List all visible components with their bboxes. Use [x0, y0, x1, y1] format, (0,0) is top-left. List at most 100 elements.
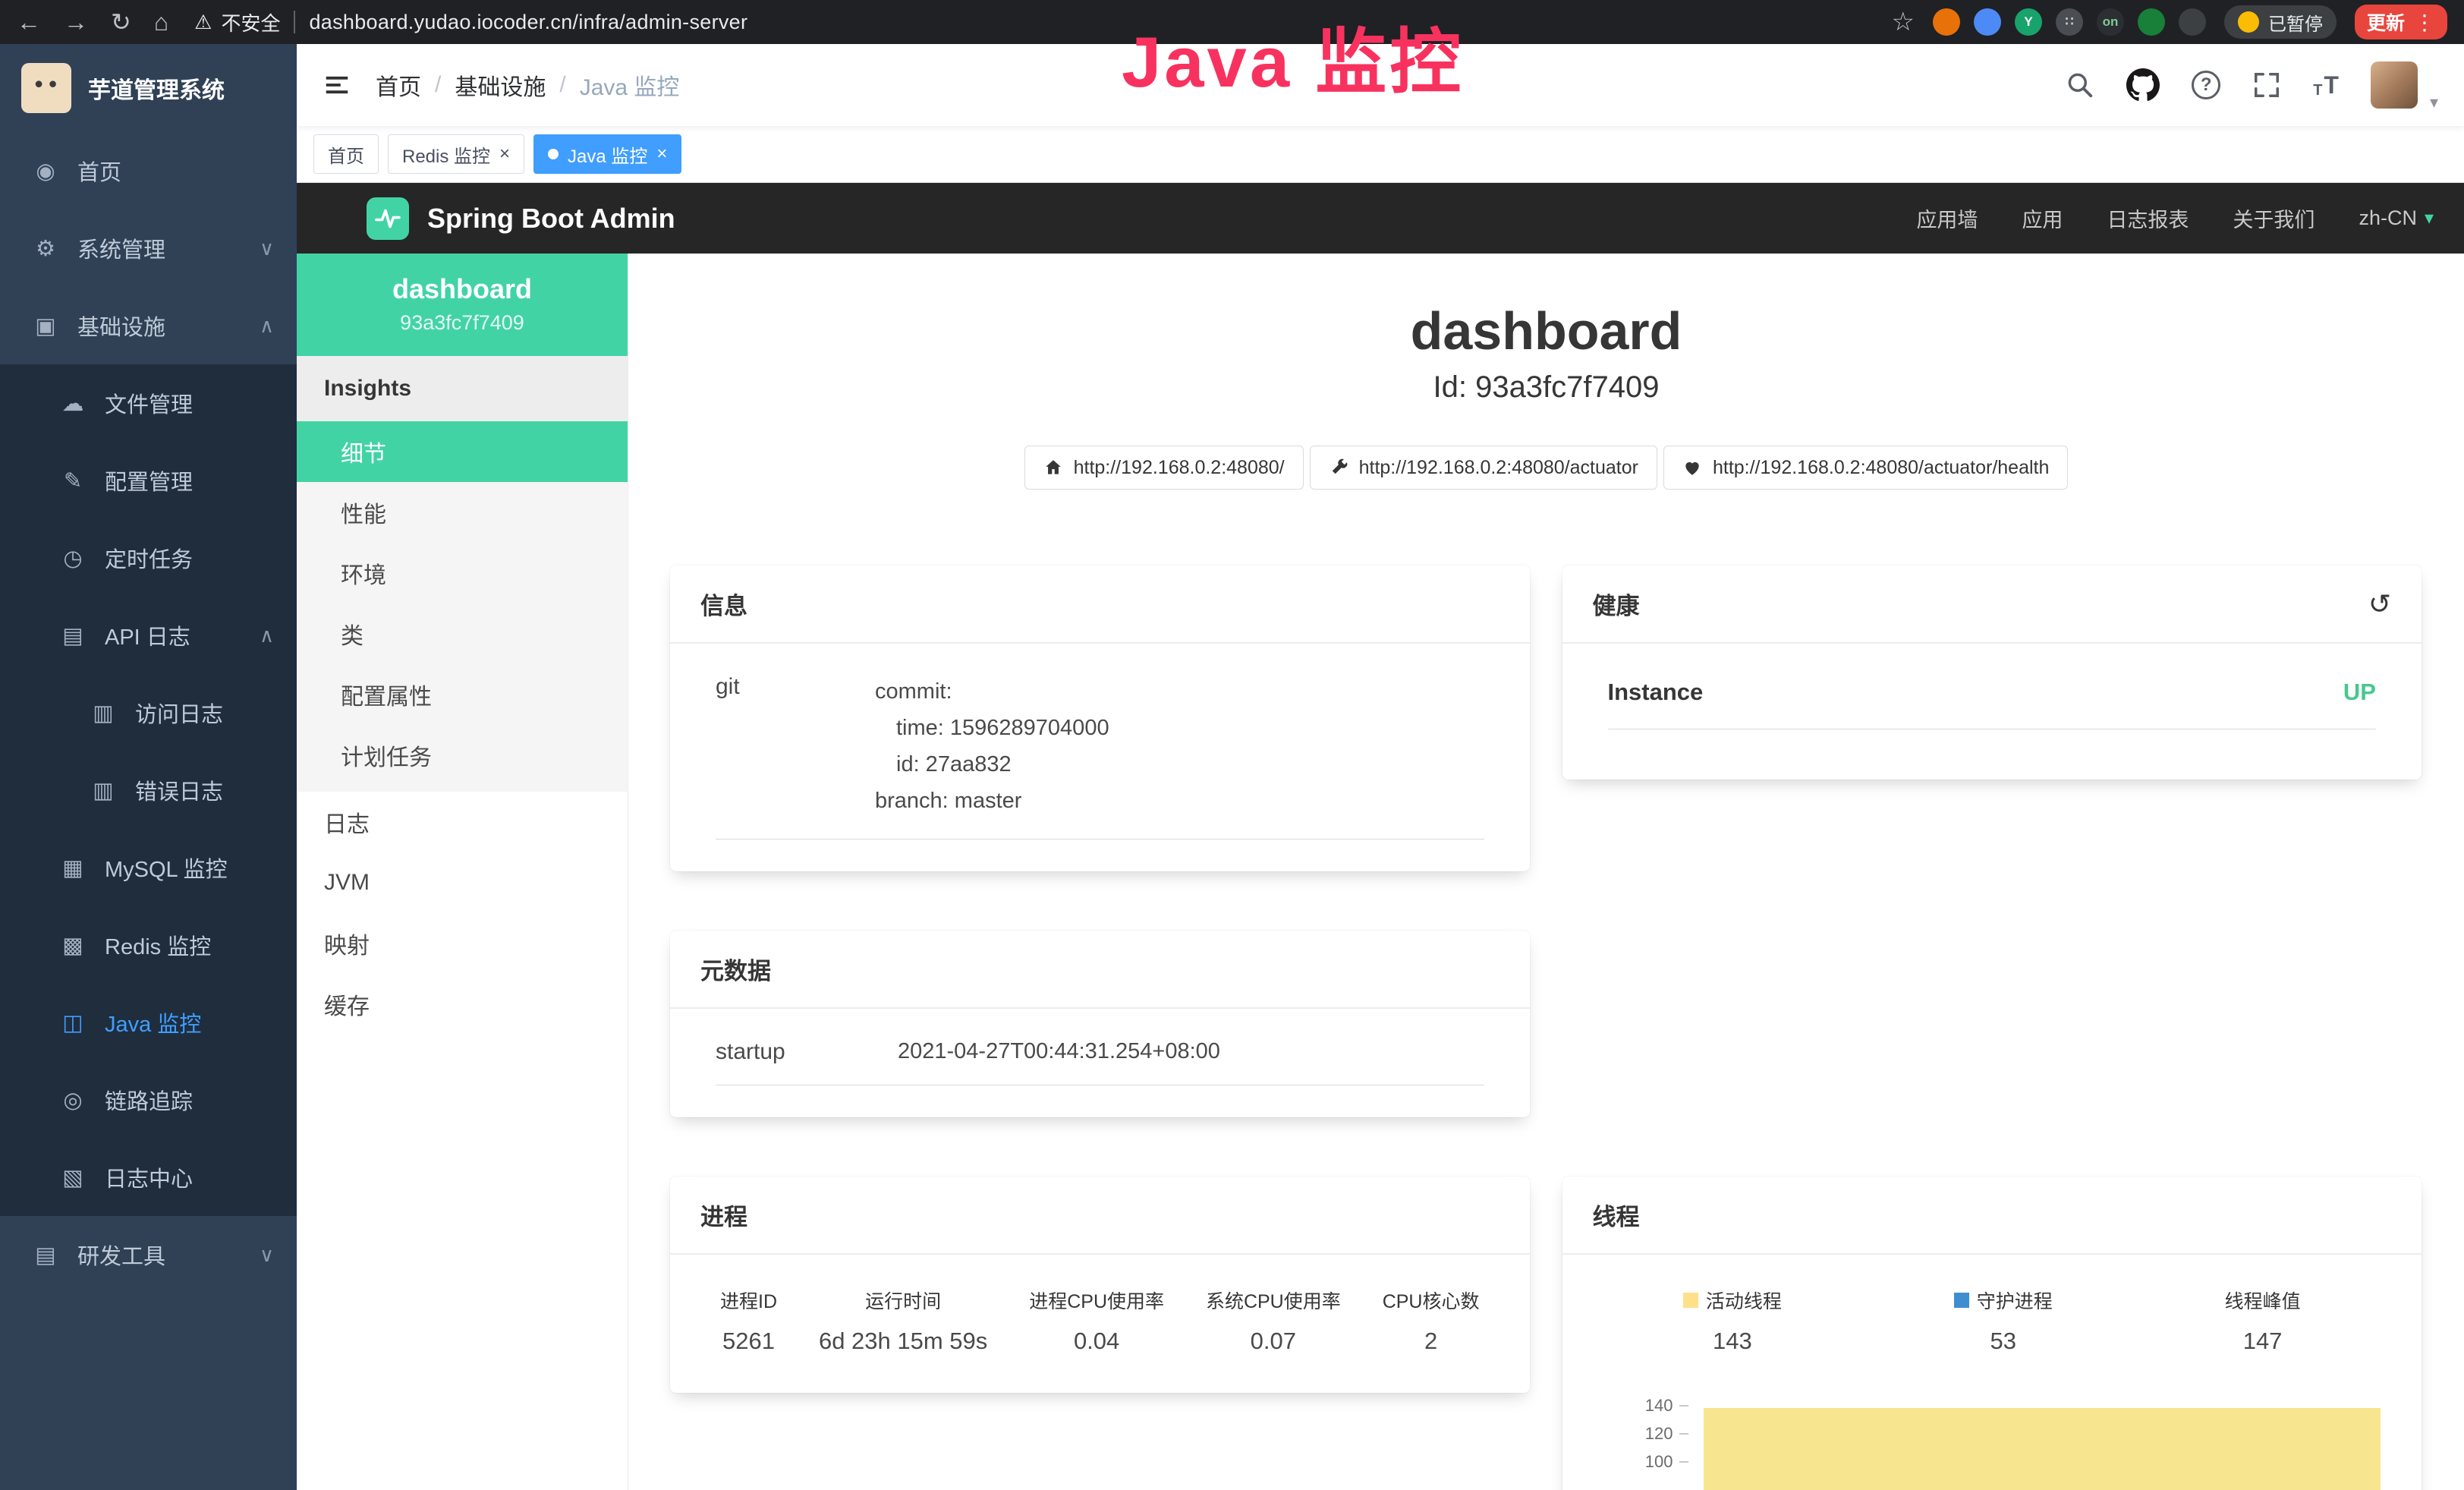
- browser-menu-icon[interactable]: ⋮: [2414, 10, 2435, 35]
- instance-menu-item[interactable]: 细节: [297, 421, 628, 482]
- sidebar-menu-item[interactable]: ✎ 配置管理: [0, 442, 297, 519]
- tag-close-icon[interactable]: ×: [656, 145, 667, 163]
- instance-menu-item[interactable]: 日志: [297, 792, 628, 852]
- sidebar-menu-item[interactable]: ▦ MySQL 监控: [0, 829, 297, 906]
- sba-brand[interactable]: Spring Boot Admin: [367, 197, 675, 240]
- extension-icon[interactable]: ∷: [2056, 8, 2083, 36]
- bookmark-star-icon[interactable]: ☆: [1892, 9, 1915, 35]
- sba-nav-link[interactable]: 关于我们: [2233, 203, 2315, 233]
- tab-tag[interactable]: Redis 监控 ×: [388, 134, 524, 174]
- menu-item-icon: ☁: [59, 390, 87, 417]
- health-url-link[interactable]: http://192.168.0.2:48080/actuator/health: [1663, 446, 2068, 490]
- process-stat: 进程ID 5261: [720, 1287, 777, 1355]
- instance-menu-item[interactable]: 映射: [297, 913, 628, 974]
- font-size-icon[interactable]: TT: [2313, 71, 2339, 99]
- sidebar-menu-item[interactable]: ☁ 文件管理: [0, 364, 297, 442]
- legend-label: 守护进程: [1977, 1287, 2053, 1314]
- threads-stat: 守护进程 53: [1954, 1287, 2053, 1355]
- instance-menu-item[interactable]: JVM: [297, 852, 628, 913]
- profile-avatar-icon: [2238, 11, 2259, 33]
- instance-menu-item[interactable]: 性能: [297, 482, 628, 543]
- legend-label: 线程峰值: [2225, 1287, 2301, 1314]
- menu-item-label: 定时任务: [105, 542, 193, 574]
- sidebar-toggle-icon[interactable]: [323, 71, 351, 99]
- breadcrumb: 首页 / 基础设施 / Java 监控 /: [376, 68, 679, 102]
- instance-menu-label: JVM: [324, 870, 370, 896]
- sidebar-menu-item[interactable]: ▥ 错误日志: [0, 751, 297, 829]
- metadata-row: startup 2021-04-27T00:44:31.254+08:00: [716, 1029, 1484, 1085]
- menu-item-label: 研发工具: [77, 1239, 165, 1271]
- help-icon[interactable]: ?: [2192, 71, 2220, 99]
- wrench-icon: [1329, 458, 1348, 477]
- instance-menu-item[interactable]: 配置属性: [297, 664, 628, 725]
- sba-nav-link[interactable]: 日志报表: [2107, 203, 2189, 233]
- actuator-url-link[interactable]: http://192.168.0.2:48080/actuator: [1310, 446, 1657, 490]
- stat-value: 0.04: [1029, 1328, 1164, 1355]
- instance-menu-label: 类: [341, 617, 363, 650]
- instance-menu-item[interactable]: 缓存: [297, 974, 628, 1035]
- stat-label: 进程CPU使用率: [1029, 1287, 1164, 1314]
- extension-icon[interactable]: Y: [2015, 8, 2042, 36]
- extension-icon[interactable]: [2138, 8, 2165, 36]
- info-value-line: commit:: [875, 674, 1484, 710]
- instance-header[interactable]: dashboard 93a3fc7f7409: [297, 254, 628, 356]
- extension-icon[interactable]: [1974, 8, 2001, 36]
- tab-tag[interactable]: 首页 ×: [313, 134, 379, 174]
- address-bar[interactable]: ⚠ 不安全 dashboard.yudao.iocoder.cn/infra/a…: [194, 8, 747, 36]
- sidebar-menu-item[interactable]: ▤ API 日志 ∧: [0, 597, 297, 674]
- menu-item-icon: ▥: [90, 700, 117, 726]
- extension-icon[interactable]: [1933, 8, 1960, 36]
- instance-menu-item[interactable]: 计划任务: [297, 725, 628, 786]
- instance-menu-item[interactable]: 环境: [297, 543, 628, 603]
- url-divider: [294, 11, 295, 33]
- reload-icon[interactable]: ↻: [111, 10, 131, 34]
- sidebar-menu-item[interactable]: ▧ 日志中心: [0, 1139, 297, 1216]
- breadcrumb-item[interactable]: 基础设施 /: [455, 68, 579, 102]
- extension-icon[interactable]: [2179, 8, 2206, 36]
- user-avatar[interactable]: [2371, 61, 2418, 109]
- instance-menu-item[interactable]: 类: [297, 603, 628, 664]
- home-icon[interactable]: ⌂: [154, 10, 168, 34]
- sync-paused-badge[interactable]: 已暂停: [2224, 5, 2337, 39]
- sidebar-menu-item[interactable]: ◷ 定时任务: [0, 519, 297, 597]
- stat-value: 5261: [720, 1328, 777, 1355]
- breadcrumb-item[interactable]: Java 监控 /: [580, 68, 680, 102]
- sba-nav-link[interactable]: 应用: [2022, 203, 2063, 233]
- menu-item-label: Java 监控: [105, 1006, 201, 1038]
- sidebar-menu-item[interactable]: ◉ 首页: [0, 132, 297, 209]
- card-title: 进程: [700, 1198, 747, 1232]
- forward-icon[interactable]: →: [64, 10, 88, 34]
- stat-label: 活动线程: [1683, 1287, 1782, 1314]
- info-value: commit:time: 1596289704000id: 27aa832bra…: [875, 674, 1484, 819]
- instance-menu-label: 缓存: [324, 988, 370, 1021]
- browser-update-button[interactable]: 更新 ⋮: [2355, 5, 2447, 39]
- app-logo[interactable]: 芋道管理系统: [0, 44, 297, 132]
- service-url-link[interactable]: http://192.168.0.2:48080/: [1024, 446, 1304, 490]
- breadcrumb-item[interactable]: 首页 /: [376, 68, 455, 102]
- sidebar-menu-item[interactable]: ▥ 访问日志: [0, 674, 297, 751]
- annotation-overlay: Java 监控: [1122, 5, 1464, 108]
- back-icon[interactable]: ←: [17, 10, 41, 34]
- instance-root-menu: 日志 JVM 映射 缓存: [297, 792, 628, 1035]
- home-icon: [1043, 458, 1063, 477]
- sidebar-menu-item[interactable]: ⚙ 系统管理 ∨: [0, 209, 297, 287]
- github-icon[interactable]: [2126, 68, 2160, 102]
- sba-nav-link[interactable]: 应用墙: [1916, 203, 1978, 233]
- extension-icon[interactable]: on: [2097, 8, 2124, 36]
- info-value-line: branch: master: [875, 783, 1484, 820]
- threads-chart-plot: [1704, 1408, 2381, 1490]
- tag-close-icon[interactable]: ×: [499, 145, 510, 163]
- admin-menu: ◉ 首页 ⚙ 系统管理 ∨ ▣ 基础设施 ∧ ☁: [0, 132, 297, 1490]
- locale-selector[interactable]: zh-CN ▾: [2359, 206, 2434, 230]
- tab-tag[interactable]: Java 监控 ×: [533, 134, 681, 174]
- fullscreen-icon[interactable]: [2252, 71, 2281, 99]
- sidebar-menu-item[interactable]: ▤ 研发工具 ∨: [0, 1216, 297, 1293]
- history-icon[interactable]: ↺: [2368, 588, 2391, 620]
- avatar-caret-icon[interactable]: ▾: [2430, 93, 2438, 112]
- search-icon[interactable]: [2066, 71, 2094, 99]
- threads-chart: 140120100: [1593, 1381, 2392, 1490]
- sidebar-menu-item[interactable]: ▣ 基础设施 ∧: [0, 287, 297, 364]
- sidebar-menu-item[interactable]: ▩ Redis 监控: [0, 906, 297, 984]
- sidebar-menu-item[interactable]: ◎ 链路追踪: [0, 1061, 297, 1139]
- sidebar-menu-item[interactable]: ◫ Java 监控: [0, 984, 297, 1061]
